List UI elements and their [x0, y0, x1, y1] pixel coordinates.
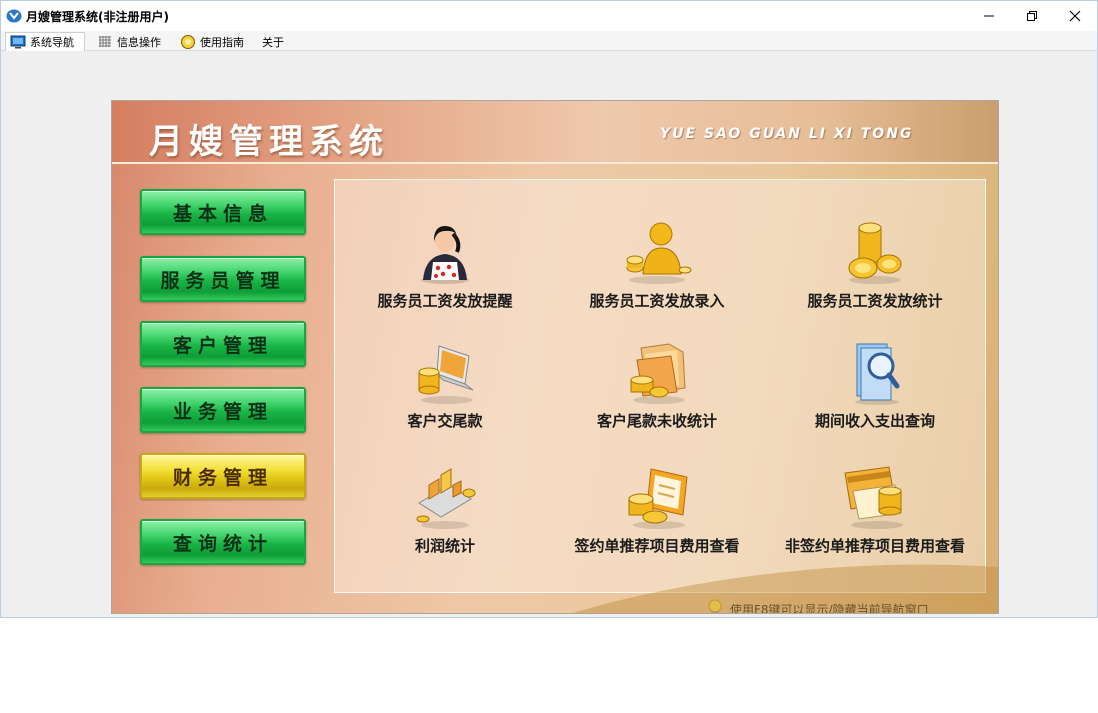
lightbulb-icon: [708, 599, 722, 613]
restore-icon: [1027, 11, 1037, 21]
item-salary-entry[interactable]: 服务员工资发放录入: [557, 218, 757, 328]
item-salary-reminder[interactable]: 服务员工资发放提醒: [345, 218, 545, 328]
close-icon: [1069, 10, 1081, 22]
item-unpaid-balance-statistics[interactable]: 客户尾款未收统计: [557, 338, 757, 448]
item-label: 客户尾款未收统计: [596, 412, 717, 430]
app-icon: [6, 9, 22, 23]
item-label: 利润统计: [414, 537, 475, 555]
tab-about[interactable]: 关于: [258, 32, 298, 51]
tab-bar: 系统导航 信息操作 使用指南 关于: [1, 31, 1097, 51]
nav-label: 查询统计: [172, 532, 273, 555]
grid-icon: [97, 35, 113, 49]
app-window: 月嫂管理系统(非注册用户) 系统导航 信息操作 使用指南 关于 月嫂管理系统 Y…: [0, 0, 1098, 618]
function-grid: 服务员工资发放提醒 服务员工资发放录入 服务员工资发放统计 客户交尾款 客户尾款…: [334, 179, 986, 593]
banner-title: 月嫂管理系统: [149, 122, 389, 162]
nav-customer-management-button[interactable]: 客户管理: [140, 321, 306, 367]
maid-icon: [421, 226, 469, 284]
nav-query-statistics-button[interactable]: 查询统计: [140, 519, 306, 565]
minimize-button[interactable]: [967, 1, 1011, 31]
minimize-icon: [984, 15, 994, 17]
nav-finance-management-button[interactable]: 财务管理: [140, 453, 306, 499]
tab-label: 关于: [262, 35, 284, 49]
banner-subtitle: YUE SAO GUAN LI XI TONG: [660, 126, 914, 142]
item-contract-recommended-fees[interactable]: 签约单推荐项目费用查看: [557, 463, 757, 573]
hint-text: 使用F8键可以显示/隐藏当前导航窗口: [730, 602, 929, 614]
item-non-contract-recommended-fees[interactable]: 非签约单推荐项目费用查看: [775, 463, 975, 573]
window-title: 月嫂管理系统(非注册用户): [26, 10, 169, 24]
search-document-icon: [855, 343, 900, 405]
item-customer-final-payment[interactable]: 客户交尾款: [345, 338, 545, 448]
item-label: 期间收入支出查询: [814, 412, 935, 430]
item-label: 服务员工资发放提醒: [377, 292, 513, 310]
nav-label: 服务员管理: [160, 269, 286, 292]
coin-stack-icon: [848, 222, 902, 284]
profit-chart-icon: [416, 468, 476, 529]
banner: 月嫂管理系统 YUE SAO GUAN LI XI TONG: [112, 101, 998, 164]
restore-button[interactable]: [1010, 1, 1054, 31]
nav-business-management-button[interactable]: 业务管理: [140, 387, 306, 433]
nav-staff-management-button[interactable]: 服务员管理: [140, 256, 306, 302]
nav-label: 财务管理: [172, 466, 273, 489]
nav-label: 基本信息: [172, 202, 273, 225]
item-label: 服务员工资发放录入: [589, 292, 725, 310]
nav-basic-info-button[interactable]: 基本信息: [140, 189, 306, 235]
laptop-coins-icon: [418, 345, 474, 404]
tab-label: 信息操作: [117, 35, 161, 49]
tab-label: 使用指南: [200, 35, 244, 49]
tab-label: 系统导航: [30, 36, 74, 49]
nav-label: 客户管理: [172, 334, 273, 357]
item-salary-statistics[interactable]: 服务员工资发放统计: [775, 218, 975, 328]
item-label: 服务员工资发放统计: [807, 292, 943, 310]
nav-label: 业务管理: [172, 400, 273, 423]
item-profit-statistics[interactable]: 利润统计: [345, 463, 545, 573]
hint-bar: 使用F8键可以显示/隐藏当前导航窗口: [706, 599, 929, 614]
monitor-icon: [10, 35, 26, 49]
card-coins-icon: [844, 466, 903, 529]
coin-person-icon: [626, 222, 692, 284]
tab-user-guide[interactable]: 使用指南: [176, 32, 254, 51]
item-period-income-expense-query[interactable]: 期间收入支出查询: [775, 338, 975, 448]
close-button[interactable]: [1053, 1, 1097, 31]
title-bar: 月嫂管理系统(非注册用户): [1, 1, 1097, 31]
navigation-panel: 月嫂管理系统 YUE SAO GUAN LI XI TONG 基本信息 服务员管…: [111, 100, 999, 614]
folder-coins-icon: [630, 343, 686, 404]
item-label: 客户交尾款: [407, 412, 483, 430]
tab-system-navigation[interactable]: 系统导航: [5, 32, 85, 51]
tab-information-operation[interactable]: 信息操作: [93, 32, 173, 51]
item-label: 非签约单推荐项目费用查看: [784, 537, 965, 555]
contract-coins-icon: [628, 468, 688, 529]
item-label: 签约单推荐项目费用查看: [574, 537, 740, 555]
help-icon: [180, 34, 196, 49]
